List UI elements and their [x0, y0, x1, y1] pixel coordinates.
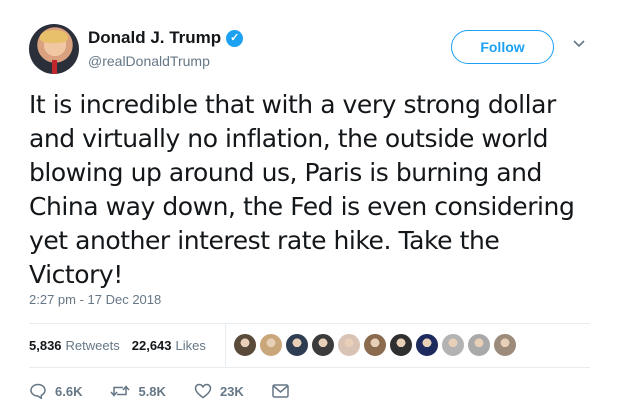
reply-count: 6.6K — [55, 383, 83, 399]
user-name[interactable]: Donald J. Trump — [88, 28, 221, 48]
envelope-icon — [272, 384, 289, 398]
tweet-line: yet another interest rate hike. Take the — [29, 226, 500, 255]
liker-avatars — [233, 333, 519, 357]
divider-bottom — [29, 367, 590, 368]
verified-badge-icon: ✓ — [226, 29, 244, 47]
tweet-stats: 5,836 Retweets 22,643 Likes — [29, 338, 206, 353]
user-handle[interactable]: @realDonaldTrump — [88, 53, 210, 69]
chevron-down-icon[interactable] — [573, 38, 585, 50]
divider-top — [29, 323, 590, 324]
tweet-actions: 6.6K 5.8K 23K — [29, 383, 325, 399]
avatar-hair — [40, 30, 68, 43]
tweet-text: It is incredible that with a very strong… — [29, 88, 594, 292]
avatar-tie — [52, 60, 57, 74]
tweet-line: China way down, the Fed is even consider… — [29, 192, 575, 221]
tweet-line: Victory! — [29, 260, 123, 289]
likes-count[interactable]: 22,643 — [132, 338, 172, 353]
stats-separator — [225, 324, 226, 366]
liker-avatar[interactable] — [311, 333, 335, 357]
liker-avatar[interactable] — [285, 333, 309, 357]
liker-avatar[interactable] — [389, 333, 413, 357]
reply-icon — [30, 383, 46, 399]
liker-avatar[interactable] — [259, 333, 283, 357]
retweet-count: 5.8K — [138, 383, 166, 399]
tweet-line: blowing up around us, Paris is burning a… — [29, 158, 542, 187]
reply-button[interactable]: 6.6K — [29, 383, 82, 399]
liker-avatar[interactable] — [493, 333, 517, 357]
liker-avatar[interactable] — [415, 333, 439, 357]
retweets-count[interactable]: 5,836 — [29, 338, 62, 353]
retweet-button[interactable]: 5.8K — [110, 383, 166, 399]
liker-avatar[interactable] — [467, 333, 491, 357]
retweets-label[interactable]: Retweets — [66, 338, 120, 353]
liker-avatar[interactable] — [363, 333, 387, 357]
tweet-line: It is incredible that with a very strong… — [29, 90, 556, 119]
heart-icon — [194, 383, 212, 399]
avatar[interactable] — [29, 24, 79, 74]
liker-avatar[interactable] — [441, 333, 465, 357]
like-count: 23K — [219, 383, 244, 399]
likes-label[interactable]: Likes — [176, 338, 206, 353]
follow-button[interactable]: Follow — [451, 30, 554, 64]
user-name-row: Donald J. Trump ✓ — [88, 28, 244, 48]
liker-avatar[interactable] — [337, 333, 361, 357]
liker-avatar[interactable] — [233, 333, 257, 357]
tweet-line: and virtually no inflation, the outside … — [29, 124, 548, 153]
direct-message-button[interactable] — [272, 384, 297, 398]
retweet-icon — [110, 385, 131, 397]
tweet-timestamp[interactable]: 2:27 pm - 17 Dec 2018 — [29, 292, 161, 307]
like-button[interactable]: 23K — [194, 383, 244, 399]
